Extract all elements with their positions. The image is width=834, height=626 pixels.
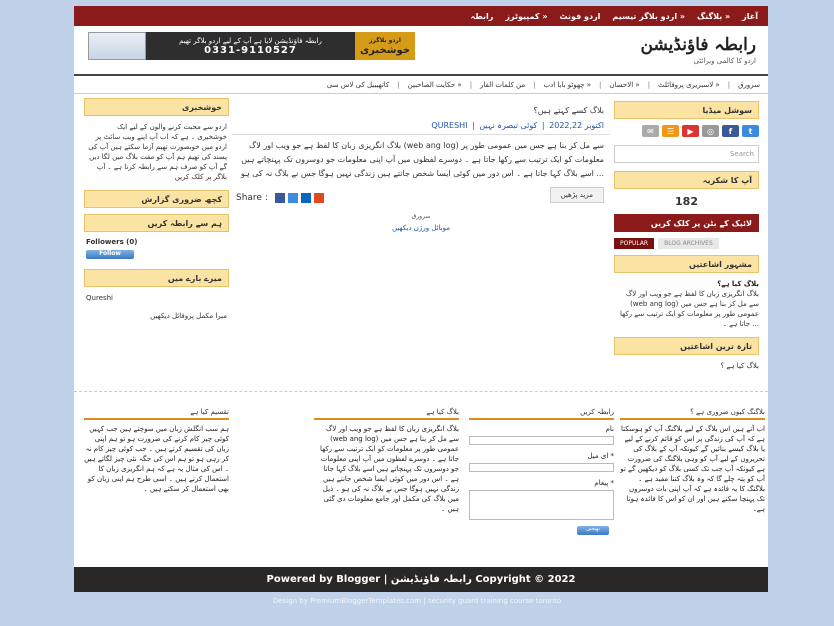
- left-sidebar: خوشخبری اردو سے محبت کرنے والوں کے لیے ا…: [84, 98, 229, 329]
- footer-col-what-is-blog: بلاگ کیا ہے بلاگ انگریزی زبان کا لفظ ہے …: [314, 408, 459, 514]
- logo-title: رابطہ فاؤنڈیشن: [640, 35, 757, 55]
- home-link[interactable]: سرورق: [232, 213, 610, 220]
- main-content: بلاگ کسے کہتے ہیں؟ QURESHI ❘ اکتوبر 2022…: [232, 106, 610, 232]
- copyright-text: Powered by Blogger | رابطہ فاؤنڈیشن Copy…: [266, 574, 576, 585]
- top-menu-item[interactable]: کمپیوٹرز »: [505, 12, 547, 21]
- page: آغاز بلاگنگ » اردو بلاگر تیسیم » اردو فو…: [74, 6, 768, 592]
- social-widget-title: سوشل میڈیا: [614, 101, 759, 119]
- post-title[interactable]: بلاگ کسے کہتے ہیں؟: [232, 106, 610, 115]
- visitor-counter: 182: [675, 195, 698, 208]
- nav-item-home[interactable]: سرورق: [738, 81, 760, 89]
- social-icons: t f ◎ ▶ ☰ ✉: [614, 125, 759, 137]
- popular-widget-title: مشہور اشاعتیں: [614, 255, 759, 273]
- main-nav: سرورق | لاسبریری پروفائلٹ » | الاحسان » | چ…: [74, 74, 768, 94]
- footer-contact-form: رابطہ کریں نام ای میل * پیغام * بھیجیں: [469, 408, 614, 535]
- news-widget-title: خوشخبری: [84, 98, 229, 116]
- about-profile-link[interactable]: میرا مکمل پروفائل دیکھیں: [84, 311, 229, 321]
- tab-archives[interactable]: BLOG ARCHIVES: [658, 238, 719, 249]
- search-box[interactable]: Search: [614, 145, 759, 163]
- share-pinterest-icon[interactable]: [313, 193, 324, 203]
- about-name[interactable]: Qureshi: [84, 293, 229, 303]
- email-icon[interactable]: ✉: [642, 125, 659, 137]
- follow-widget-title: ہم سے رابطہ کریں: [84, 214, 229, 232]
- nav-item[interactable]: کاتھیبیل کی لاس سی: [327, 81, 389, 89]
- report-widget-title: کچھ ضروری گزارش: [84, 190, 229, 208]
- youtube-icon[interactable]: ▶: [682, 125, 699, 137]
- visitors-widget-title: آپ کا شکریہ: [614, 171, 759, 189]
- footer-col-text: ہم سب انگلش زبان میں سوچتے ہیں جب کہیں ک…: [84, 425, 229, 493]
- post-meta: QURESHI ❘ اکتوبر 2022,22 ❘ کوئی تبصرہ نہ…: [232, 115, 610, 135]
- top-menu-item[interactable]: رابطہ: [471, 12, 494, 21]
- footer-widgets: بلاگنگ کیوں ضروری ہے ؟ اب آتے ہیں اس بلا…: [74, 391, 768, 567]
- top-menu-bar: آغاز بلاگنگ » اردو بلاگر تیسیم » اردو فو…: [74, 6, 768, 26]
- footer-col-text: اب آتے ہیں اس بلاگ کے لیے بلاگنگ آپ کو ہ…: [620, 425, 765, 513]
- read-more-button[interactable]: مزید پڑھیں: [549, 187, 604, 203]
- top-menu-item[interactable]: بلاگنگ »: [697, 12, 730, 21]
- share-facebook-icon[interactable]: [274, 193, 285, 203]
- banner-screenshot: [88, 32, 146, 60]
- site-logo[interactable]: رابطہ فاؤنڈیشن اردو کا کالمی ویرائٹی: [641, 34, 757, 65]
- design-credit[interactable]: Design by PremiumBloggerTemplates.com | …: [0, 597, 834, 605]
- nav-item[interactable]: چھوٹو بابا ادب »: [544, 81, 592, 89]
- recent-widget-title: تازہ ترین اشاعتیں: [614, 337, 759, 355]
- recent-post-item[interactable]: بلاگ کیا ہے ؟: [614, 361, 759, 371]
- popular-post[interactable]: بلاگ کیا ہے؟ بلاگ انگریزی زبان کا لفظ ہے…: [614, 279, 759, 329]
- share-linkedin-icon[interactable]: [300, 193, 311, 203]
- banner-phone: 0331-9110527: [204, 45, 297, 56]
- popular-post-text: بلاگ انگریزی زبان کا لفظ ہے جو ویب اور ل…: [619, 290, 759, 328]
- footer-col-division: تقسیم کیا ہے ہم سب انگلش زبان میں سوچتے …: [84, 408, 229, 494]
- about-widget-title: میرے بارے میں: [84, 269, 229, 287]
- footer-col-title: بلاگ کیا ہے: [314, 408, 459, 420]
- share-twitter-icon[interactable]: [287, 193, 298, 203]
- footer-col-text: بلاگ انگریزی زبان کا لفظ ہے جو ویب اور ل…: [319, 425, 459, 513]
- right-sidebar: سوشل میڈیا t f ◎ ▶ ☰ ✉ Search آپ کا شکری…: [614, 101, 759, 379]
- banner-badge-text: خوشخبری: [360, 45, 410, 56]
- tab-popular[interactable]: POPULAR: [614, 238, 655, 249]
- instagram-icon[interactable]: ◎: [702, 125, 719, 137]
- message-field[interactable]: [469, 490, 614, 520]
- footer-col-why-blogging: بلاگنگ کیوں ضروری ہے ؟ اب آتے ہیں اس بلا…: [620, 408, 765, 514]
- email-label: ای میل *: [587, 452, 614, 460]
- popular-post-title: بلاگ کیا ہے؟: [717, 280, 759, 288]
- contact-form-title: رابطہ کریں: [469, 408, 614, 420]
- footer-col-title: بلاگنگ کیوں ضروری ہے ؟: [620, 408, 765, 420]
- send-button[interactable]: بھیجیں: [577, 526, 609, 535]
- facebook-widget-title: لائیک کے بٹن پر کلک کریں: [614, 214, 759, 232]
- top-menu-item[interactable]: اردو بلاگر تیسیم »: [612, 12, 685, 21]
- top-menu-item[interactable]: آغاز: [742, 12, 758, 21]
- facebook-icon[interactable]: f: [722, 125, 739, 137]
- news-widget-text: اردو سے محبت کرنے والوں کے لیے ایک خوشخب…: [88, 123, 227, 181]
- logo-subtitle: اردو کا کالمی ویرائٹی: [693, 57, 756, 65]
- twitter-icon[interactable]: t: [742, 125, 759, 137]
- header-banner[interactable]: رابطہ فاؤنڈیشن لایا ہے آپ کے لیے اردو بل…: [88, 32, 415, 60]
- followers-count: Followers (0): [86, 238, 138, 246]
- copyright-bar: Powered by Blogger | رابطہ فاؤنڈیشن Copy…: [74, 567, 768, 592]
- post-footer-links: سرورق موبائل ورژن دیکھیں: [232, 213, 610, 232]
- email-field[interactable]: [469, 463, 614, 472]
- post-body: بلاگ انگریزی زبان کا لفظ ہے جو ویب اور ل…: [240, 141, 604, 178]
- follow-button[interactable]: Follow: [86, 250, 134, 259]
- share-label: Share :: [236, 193, 268, 203]
- message-label: پیغام *: [594, 479, 614, 487]
- nav-item[interactable]: الاحسان »: [609, 81, 639, 89]
- nav-item[interactable]: حکایت الصاحبین »: [408, 81, 462, 89]
- footer-col-title: تقسیم کیا ہے: [84, 408, 229, 420]
- name-label: نام: [605, 425, 614, 433]
- name-field[interactable]: [469, 436, 614, 445]
- nav-item[interactable]: من کلمات الفار: [480, 81, 525, 89]
- mobile-version-link[interactable]: موبائل ورژن دیکھیں: [232, 224, 610, 232]
- nav-item[interactable]: لاسبریری پروفائلٹ »: [658, 81, 720, 89]
- top-menu-item[interactable]: اردو فونٹ: [559, 12, 600, 21]
- banner-badge: اردو بلاگرز خوشخبری: [355, 32, 415, 60]
- search-placeholder: Search: [729, 150, 754, 158]
- posts-tabs: POPULAR BLOG ARCHIVES: [614, 238, 759, 249]
- rss-icon[interactable]: ☰: [662, 125, 679, 137]
- header: رابطہ فاؤنڈیشن اردو کا کالمی ویرائٹی راب…: [74, 26, 768, 74]
